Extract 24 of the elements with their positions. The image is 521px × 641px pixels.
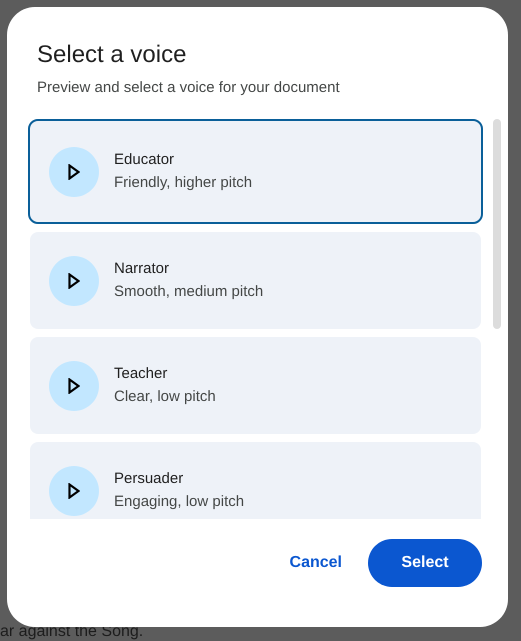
voice-description: Clear, low pitch [114, 386, 216, 406]
voice-description: Friendly, higher pitch [114, 172, 252, 192]
dialog-subtitle: Preview and select a voice for your document [37, 78, 341, 98]
voice-name: Educator [114, 150, 176, 170]
play-icon [68, 482, 80, 498]
voice-option[interactable]: Teacher Clear, low pitch [30, 337, 481, 434]
play-icon [68, 272, 80, 288]
voice-option[interactable]: Narrator Smooth, medium pitch [30, 232, 481, 329]
voice-description: Engaging, low pitch [114, 492, 244, 512]
play-button[interactable] [49, 466, 99, 516]
voice-option[interactable]: Educator Friendly, higher pitch [28, 119, 483, 224]
voice-name: Persuader [114, 468, 184, 488]
dialog-title: Select a voice [37, 40, 188, 70]
play-button[interactable] [49, 256, 99, 306]
play-icon [68, 164, 80, 180]
play-button[interactable] [49, 146, 99, 196]
play-icon [68, 378, 80, 394]
voice-name: Teacher [114, 364, 168, 384]
voice-name: Narrator [114, 258, 170, 278]
voice-description: Smooth, medium pitch [114, 282, 264, 302]
select-button[interactable]: Select [368, 539, 482, 587]
play-button[interactable] [49, 360, 99, 410]
cancel-button[interactable]: Cancel [276, 539, 356, 587]
voice-option[interactable]: Persuader Engaging, low pitch [30, 442, 481, 519]
